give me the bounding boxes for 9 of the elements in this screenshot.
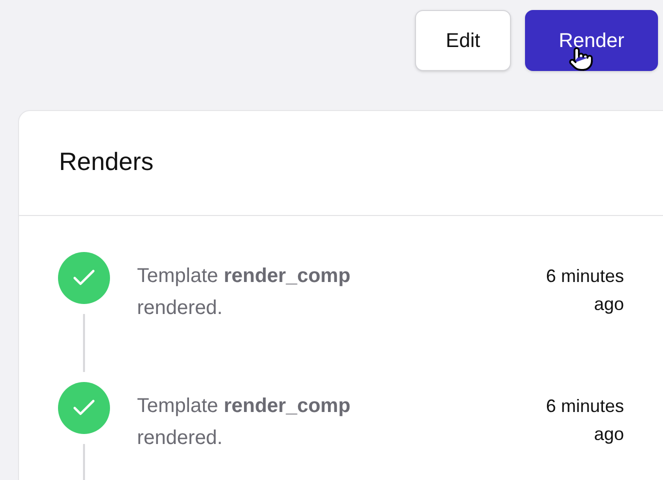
render-button[interactable]: Render	[525, 10, 658, 71]
success-check-icon	[58, 382, 110, 434]
event-time: 6 minutes ago	[544, 395, 624, 446]
edit-button[interactable]: Edit	[415, 10, 511, 71]
card-title: Renders	[59, 147, 154, 178]
success-check-icon	[58, 252, 110, 304]
event-message: Template render_comp rendered.	[137, 394, 352, 451]
event-message: Template render_comp rendered.	[137, 264, 352, 321]
event-time: 6 minutes ago	[544, 265, 624, 316]
